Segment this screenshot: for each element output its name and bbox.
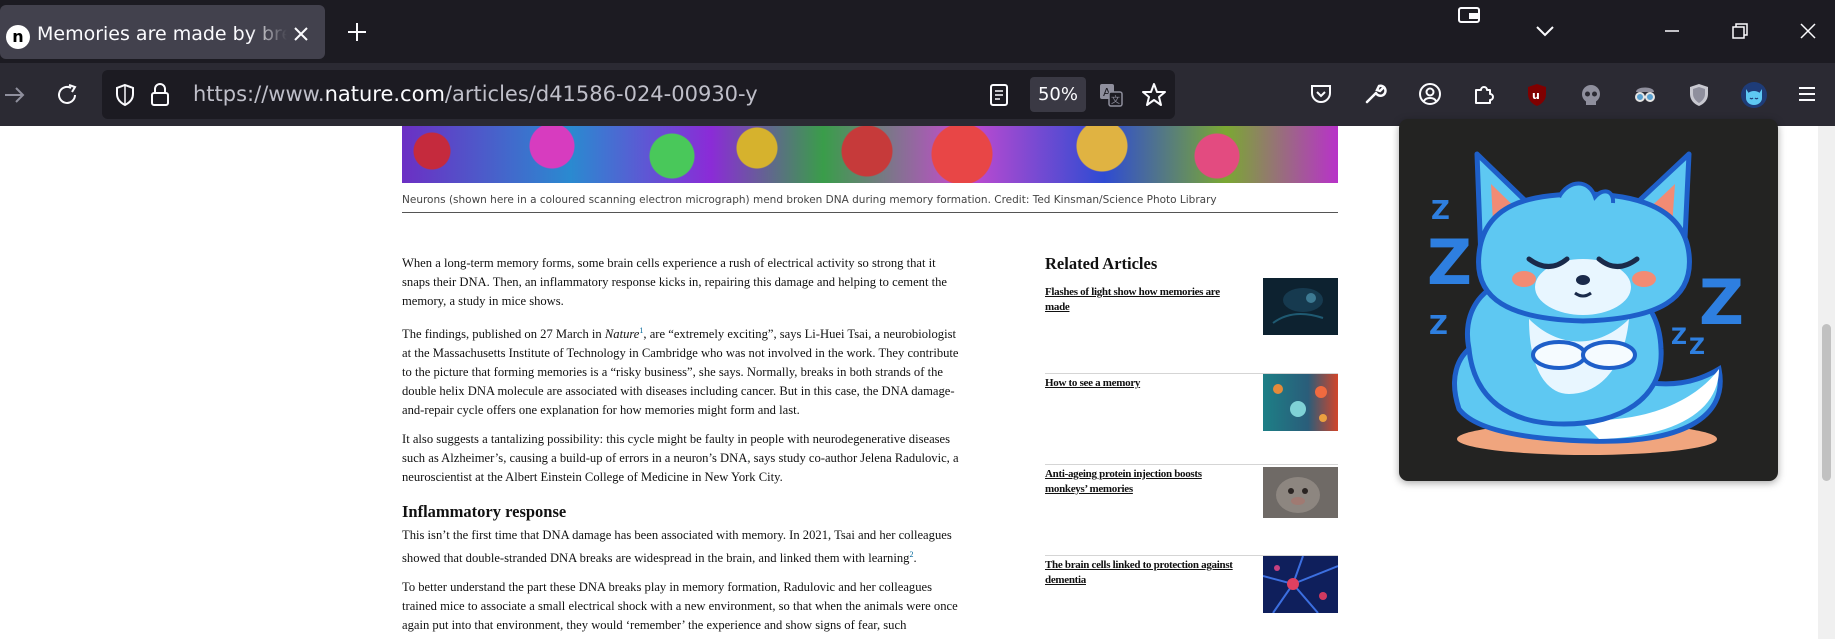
zoom-level-button[interactable]: 50% [1030,77,1086,112]
zzz-icon: Z [1429,311,1448,341]
fox-extension-icon[interactable] [1740,81,1768,109]
related-article[interactable]: The brain cells linked to protection aga… [1045,556,1338,639]
related-article-thumbnail[interactable] [1263,556,1338,613]
paragraph: The findings, published on 27 March in N… [402,326,959,418]
zzz-icon: Z [1427,226,1472,299]
spy-glasses-extension-icon[interactable] [1632,82,1658,108]
pocket-icon[interactable] [1309,82,1333,106]
caption-divider [402,212,1338,213]
forward-icon[interactable] [2,83,26,107]
related-article-thumbnail[interactable] [1263,374,1338,431]
tab-active[interactable]: n Memories are made by breaking DNA [0,5,325,59]
extensions-icon[interactable] [1472,82,1496,106]
related-articles: Related Articles Flashes of light show h… [1045,254,1338,639]
figure-caption: Neurons (shown here in a coloured scanni… [402,194,1217,206]
paragraph: When a long-term memory forms, some brai… [402,256,948,308]
paragraph: It also suggests a tantalizing possibili… [402,432,959,485]
related-article-link[interactable]: The brain cells linked to protection aga… [1045,558,1240,588]
minimize-icon[interactable] [1661,20,1683,42]
wrench-icon[interactable] [1363,82,1387,106]
list-all-tabs-icon[interactable] [1534,20,1556,42]
tab-title: Memories are made by breaking DNA [37,23,287,45]
hamburger-menu-icon[interactable] [1796,83,1818,105]
svg-text:文: 文 [1111,94,1120,106]
new-tab-icon[interactable] [345,20,369,44]
journal-link[interactable]: Nature [605,327,640,341]
scrollbar-thumb[interactable] [1822,324,1831,481]
sleeping-fox-illustration: Z Z Z Z Z Z [1427,151,1744,455]
url-text[interactable]: https://www.nature.com/articles/d41586-0… [193,82,758,106]
zzz-icon: Z [1689,335,1705,360]
related-article-thumbnail[interactable] [1263,278,1338,335]
paragraph: To better understand the part these DNA … [402,580,958,633]
skull-extension-icon[interactable] [1578,82,1604,108]
article-body: When a long-term memory forms, some brai… [402,254,962,639]
extension-popup: Z Z Z Z Z Z [1399,119,1778,481]
page-scrollbar[interactable] [1818,126,1835,639]
related-article-link[interactable]: Anti-ageing protein injection boosts mon… [1045,467,1240,497]
related-article-link[interactable]: Flashes of light show how memories are m… [1045,285,1240,315]
tab-close-icon[interactable] [290,23,312,45]
nature-favicon-icon: n [6,25,30,49]
restore-icon[interactable] [1729,20,1751,42]
zzz-icon: Z [1699,266,1744,339]
related-article[interactable]: Flashes of light show how memories are m… [1045,278,1338,374]
url-bar[interactable]: https://www.nature.com/articles/d41586-0… [102,70,1175,119]
close-window-icon[interactable] [1797,20,1819,42]
reader-view-icon[interactable] [989,83,1009,107]
lock-icon[interactable] [149,82,171,108]
zzz-icon: Z [1431,196,1450,226]
related-article-thumbnail[interactable] [1263,467,1338,518]
translate-icon[interactable]: A 文 [1098,82,1124,108]
bookmark-star-icon[interactable] [1141,82,1167,108]
shield-icon[interactable] [114,83,136,107]
tab-bar: n Memories are made by breaking DNA [0,0,1835,63]
account-icon[interactable] [1418,82,1442,106]
paragraph: This isn’t the first time that DNA damag… [402,528,952,566]
privacy-badger-icon[interactable] [1686,82,1712,108]
svg-text:u: u [1532,89,1540,102]
zzz-icon: Z [1671,325,1687,350]
ublock-icon[interactable]: u [1525,82,1549,108]
screen-share-indicator-icon[interactable] [1457,5,1483,27]
section-heading: Inflammatory response [402,502,567,522]
navigation-toolbar: https://www.nature.com/articles/d41586-0… [0,63,1835,181]
related-article[interactable]: How to see a memory [1045,374,1338,465]
related-article[interactable]: Anti-ageing protein injection boosts mon… [1045,465,1338,556]
related-article-link[interactable]: How to see a memory [1045,376,1240,391]
hero-image [402,126,1338,183]
reload-icon[interactable] [55,83,79,107]
